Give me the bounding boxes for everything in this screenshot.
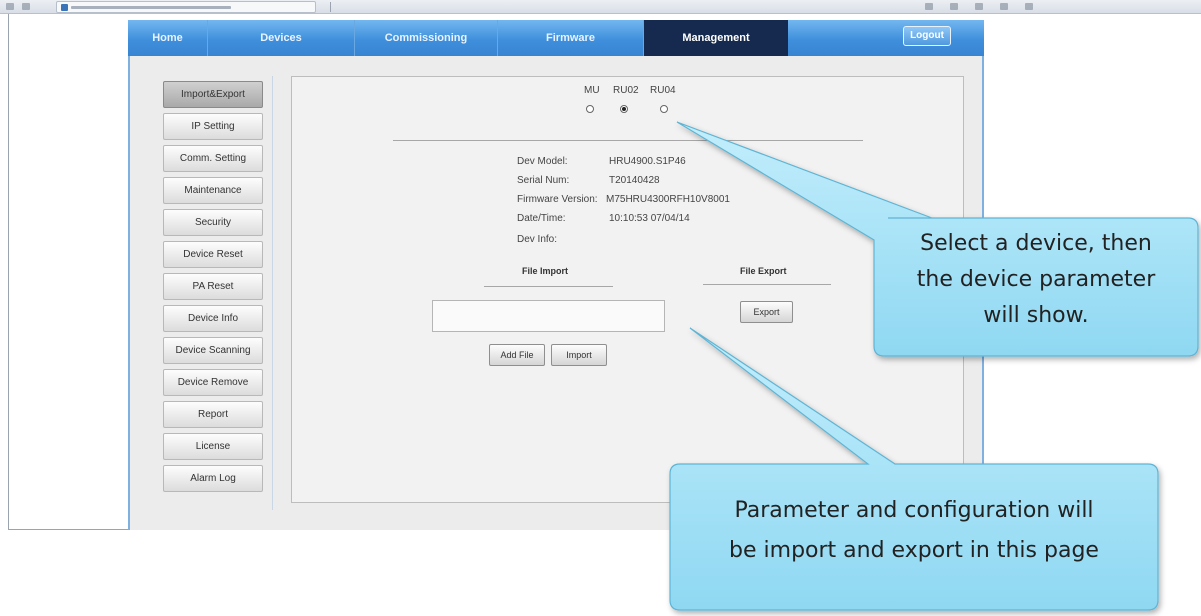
selector-divider	[393, 140, 863, 141]
nav-home[interactable]: Home	[128, 20, 208, 56]
toolbar-divider	[330, 2, 331, 12]
page-frame-left	[8, 14, 9, 529]
nav-devices[interactable]: Devices	[208, 20, 355, 56]
add-file-button[interactable]: Add File	[489, 344, 545, 366]
date-time-label: Date/Time:	[517, 213, 566, 224]
dev-info-label: Dev Info:	[517, 234, 558, 245]
forward-icon[interactable]	[22, 3, 30, 10]
print-icon[interactable]	[975, 3, 983, 10]
nav-commissioning[interactable]: Commissioning	[355, 20, 498, 56]
device-label-ru04: RU04	[650, 85, 676, 96]
device-label-mu: MU	[584, 85, 600, 96]
menu-maintenance[interactable]: Maintenance	[163, 177, 263, 204]
callout-select-device-line-3: will show.	[983, 303, 1089, 328]
top-navigation: Home Devices Commissioning Firmware Mana…	[128, 20, 984, 56]
menu-pa-reset[interactable]: PA Reset	[163, 273, 263, 300]
management-side-menu: Import&Export IP Setting Comm. Setting M…	[158, 76, 273, 510]
menu-device-reset[interactable]: Device Reset	[163, 241, 263, 268]
callout-import-export: Parameter and configuration will be impo…	[672, 491, 1156, 571]
dev-model-value: HRU4900.S1P46	[609, 156, 686, 167]
menu-import-export[interactable]: Import&Export	[163, 81, 263, 108]
browser-toolbar	[0, 0, 1201, 14]
import-button[interactable]: Import	[551, 344, 607, 366]
menu-ip-setting[interactable]: IP Setting	[163, 113, 263, 140]
menu-security[interactable]: Security	[163, 209, 263, 236]
menu-device-remove[interactable]: Device Remove	[163, 369, 263, 396]
nav-management[interactable]: Management	[644, 20, 788, 56]
address-text	[71, 6, 231, 9]
device-radio-ru02[interactable]	[620, 105, 628, 113]
file-export-divider	[703, 284, 831, 285]
import-file-path-input[interactable]	[432, 300, 665, 332]
file-import-divider	[484, 286, 613, 287]
callout-select-device-line-2: the device parameter	[916, 267, 1156, 292]
firmware-version-value: M75HRU4300RFH10V8001	[606, 194, 730, 205]
file-import-title: File Import	[522, 266, 569, 276]
callout-select-device-line-1: Select a device, then	[920, 231, 1152, 256]
device-label-ru02: RU02	[613, 85, 639, 96]
tools-icon[interactable]	[1025, 3, 1033, 10]
device-radio-mu[interactable]	[586, 105, 594, 113]
export-button[interactable]: Export	[740, 301, 793, 323]
menu-device-info[interactable]: Device Info	[163, 305, 263, 332]
menu-comm-setting[interactable]: Comm. Setting	[163, 145, 263, 172]
menu-license[interactable]: License	[163, 433, 263, 460]
back-icon[interactable]	[6, 3, 14, 10]
callout-import-export-line-1: Parameter and configuration will	[734, 498, 1094, 523]
feeds-icon[interactable]	[950, 3, 958, 10]
browser-address-bar[interactable]	[56, 1, 316, 13]
logout-button[interactable]: Logout	[903, 26, 951, 46]
serial-num-value: T20140428	[609, 175, 660, 186]
device-radio-ru04[interactable]	[660, 105, 668, 113]
menu-alarm-log[interactable]: Alarm Log	[163, 465, 263, 492]
nav-firmware[interactable]: Firmware	[498, 20, 644, 56]
menu-device-scanning[interactable]: Device Scanning	[163, 337, 263, 364]
firmware-version-label: Firmware Version:	[517, 194, 598, 205]
dev-model-label: Dev Model:	[517, 156, 568, 167]
callout-select-device: Select a device, then the device paramet…	[876, 226, 1196, 334]
menu-report[interactable]: Report	[163, 401, 263, 428]
file-export-title: File Export	[740, 266, 787, 276]
home-icon[interactable]	[925, 3, 933, 10]
serial-num-label: Serial Num:	[517, 175, 570, 186]
date-time-value: 10:10:53 07/04/14	[609, 213, 690, 224]
callout-import-export-line-2: be import and export in this page	[729, 538, 1099, 563]
page-icon[interactable]	[1000, 3, 1008, 10]
site-favicon-icon	[61, 4, 68, 11]
